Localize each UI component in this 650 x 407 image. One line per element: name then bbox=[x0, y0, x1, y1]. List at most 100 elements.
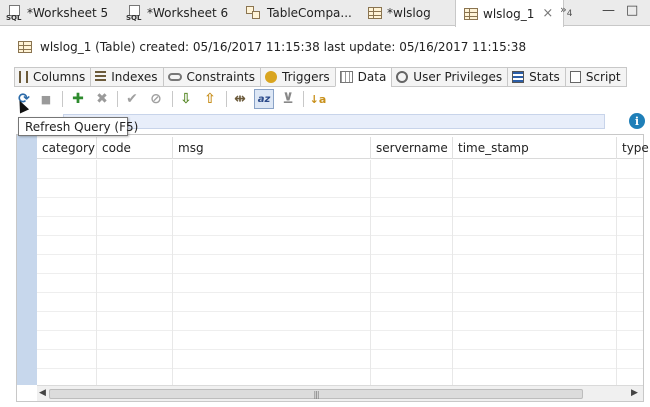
tab-worksheet-6[interactable]: SQL *Worksheet 6 bbox=[126, 0, 228, 26]
stop-icon: ■ bbox=[40, 92, 52, 106]
column-header-type[interactable]: type bbox=[617, 137, 649, 159]
tab-label: Columns bbox=[33, 70, 86, 84]
download-icon: ⇩ bbox=[180, 91, 192, 107]
grip-icon: ||| bbox=[313, 389, 319, 399]
columns-icon: ⇹ bbox=[234, 91, 246, 107]
toolbar-separator bbox=[117, 91, 118, 107]
upload-icon: ⇧ bbox=[204, 91, 216, 107]
rollback-button[interactable]: ⊘ bbox=[146, 89, 166, 109]
toolbar-separator bbox=[303, 91, 304, 107]
info-icon[interactable]: i bbox=[629, 113, 645, 129]
column-header-time-stamp[interactable]: time_stamp bbox=[453, 137, 617, 159]
columns-icon bbox=[19, 71, 28, 83]
tab-overflow-button[interactable]: »4 bbox=[560, 3, 572, 19]
tab-constraints[interactable]: Constraints bbox=[162, 67, 260, 87]
sort-az-icon: az bbox=[257, 93, 271, 105]
horizontal-scrollbar[interactable]: ◀ ||| ▶ bbox=[37, 385, 643, 401]
column-divider bbox=[452, 160, 453, 385]
indexes-icon bbox=[95, 71, 107, 83]
editor-tab-bar: SQL *Worksheet 5 SQL *Worksheet 6 TableC… bbox=[0, 0, 650, 27]
tab-label: *Worksheet 6 bbox=[147, 6, 229, 20]
insert-row-button[interactable]: ✚ bbox=[68, 89, 88, 109]
column-header-category[interactable]: category bbox=[37, 137, 97, 159]
column-header-servername[interactable]: servername bbox=[371, 137, 453, 159]
data-toolbar: ⟳ ■ ✚ ✖ ✔ ⊘ ⇩ ⇧ ⇹ az ⊻ ↓a bbox=[14, 88, 650, 110]
filter-button[interactable]: ⊻ bbox=[278, 89, 298, 109]
column-divider bbox=[370, 160, 371, 385]
filter-icon: ⊻ bbox=[282, 91, 294, 107]
tab-label: Data bbox=[357, 70, 387, 84]
object-sub-tabs: Columns Indexes Constraints Triggers Dat… bbox=[14, 67, 627, 87]
single-record-view-button[interactable]: ↓a bbox=[308, 89, 328, 109]
tab-data[interactable]: Data bbox=[334, 67, 392, 87]
delete-icon: ✖ bbox=[96, 91, 108, 107]
table-icon bbox=[368, 7, 382, 19]
tab-wlslog-1[interactable]: wlslog_1 × bbox=[455, 0, 565, 27]
filter-input[interactable] bbox=[63, 114, 605, 129]
tab-user-privileges[interactable]: User Privileges bbox=[391, 67, 508, 87]
constraints-icon bbox=[167, 73, 182, 81]
column-divider bbox=[616, 160, 617, 385]
sql-worksheet-icon: SQL bbox=[126, 5, 142, 22]
tab-script[interactable]: Script bbox=[564, 67, 627, 87]
overflow-count: 4 bbox=[566, 9, 573, 20]
stats-icon bbox=[512, 71, 525, 83]
import-button[interactable]: ⇧ bbox=[200, 89, 220, 109]
stop-button[interactable]: ■ bbox=[36, 89, 56, 109]
data-grid-icon bbox=[339, 71, 353, 83]
column-divider bbox=[96, 160, 97, 385]
tab-stats[interactable]: Stats bbox=[507, 67, 565, 87]
table-icon bbox=[18, 41, 32, 53]
tab-label: TableCompa... bbox=[267, 6, 352, 20]
script-icon bbox=[569, 71, 581, 83]
scroll-left-arrow-icon[interactable]: ◀ bbox=[39, 388, 46, 398]
tab-columns[interactable]: Columns bbox=[14, 67, 91, 87]
delete-row-button[interactable]: ✖ bbox=[92, 89, 112, 109]
tab-label: Stats bbox=[529, 70, 560, 84]
tab-wlslog[interactable]: *wlslog bbox=[368, 0, 431, 26]
checkmark-icon: ✔ bbox=[126, 91, 138, 107]
tab-label: *Worksheet 5 bbox=[27, 6, 109, 20]
close-icon[interactable]: × bbox=[542, 6, 553, 21]
table-compare-icon bbox=[246, 6, 262, 20]
user-privileges-icon bbox=[396, 71, 409, 83]
column-header-msg[interactable]: msg bbox=[173, 137, 371, 159]
toolbar-separator bbox=[172, 91, 173, 107]
table-info-header: wlslog_1 (Table) created: 05/16/2017 11:… bbox=[18, 40, 526, 54]
sort-order-icon: ↓a bbox=[309, 92, 327, 106]
export-button[interactable]: ⇩ bbox=[176, 89, 196, 109]
toolbar-separator bbox=[62, 91, 63, 107]
grid-header-row: category code msg servername time_stamp … bbox=[37, 137, 649, 159]
plus-icon: ✚ bbox=[72, 91, 84, 107]
refresh-query-tooltip: Refresh Query (F5) bbox=[18, 117, 138, 136]
tab-table-compare[interactable]: TableCompa... bbox=[246, 0, 352, 26]
tab-label: *wlslog bbox=[387, 6, 431, 20]
tab-triggers[interactable]: Triggers bbox=[260, 67, 335, 87]
tab-indexes[interactable]: Indexes bbox=[90, 67, 163, 87]
manage-columns-button[interactable]: ⇹ bbox=[230, 89, 250, 109]
sort-button[interactable]: az bbox=[254, 89, 274, 109]
table-info-text: wlslog_1 (Table) created: 05/16/2017 11:… bbox=[40, 40, 527, 54]
tab-worksheet-5[interactable]: SQL *Worksheet 5 bbox=[6, 0, 108, 26]
row-header-column bbox=[17, 135, 37, 385]
column-header-code[interactable]: code bbox=[97, 137, 173, 159]
maximize-button[interactable]: □ bbox=[626, 3, 638, 18]
tab-label: wlslog_1 bbox=[483, 6, 535, 21]
commit-button[interactable]: ✔ bbox=[122, 89, 142, 109]
table-icon bbox=[464, 7, 478, 20]
data-grid: category code msg servername time_stamp … bbox=[16, 134, 649, 402]
grid-body[interactable] bbox=[37, 160, 643, 385]
toolbar-separator bbox=[226, 91, 227, 107]
tab-label: Indexes bbox=[111, 70, 158, 84]
tab-label: Triggers bbox=[282, 70, 330, 84]
tab-label: Constraints bbox=[186, 70, 255, 84]
scrollbar-thumb[interactable]: ||| bbox=[49, 389, 583, 399]
triggers-icon bbox=[265, 71, 277, 83]
rollback-icon: ⊘ bbox=[150, 91, 162, 107]
sql-worksheet-icon: SQL bbox=[6, 5, 22, 22]
minimize-button[interactable]: — bbox=[602, 3, 615, 18]
scroll-right-arrow-icon[interactable]: ▶ bbox=[631, 388, 638, 398]
tab-label: User Privileges bbox=[413, 70, 503, 84]
chevron-double-right-icon: » bbox=[560, 3, 567, 16]
tab-label: Script bbox=[585, 70, 621, 84]
